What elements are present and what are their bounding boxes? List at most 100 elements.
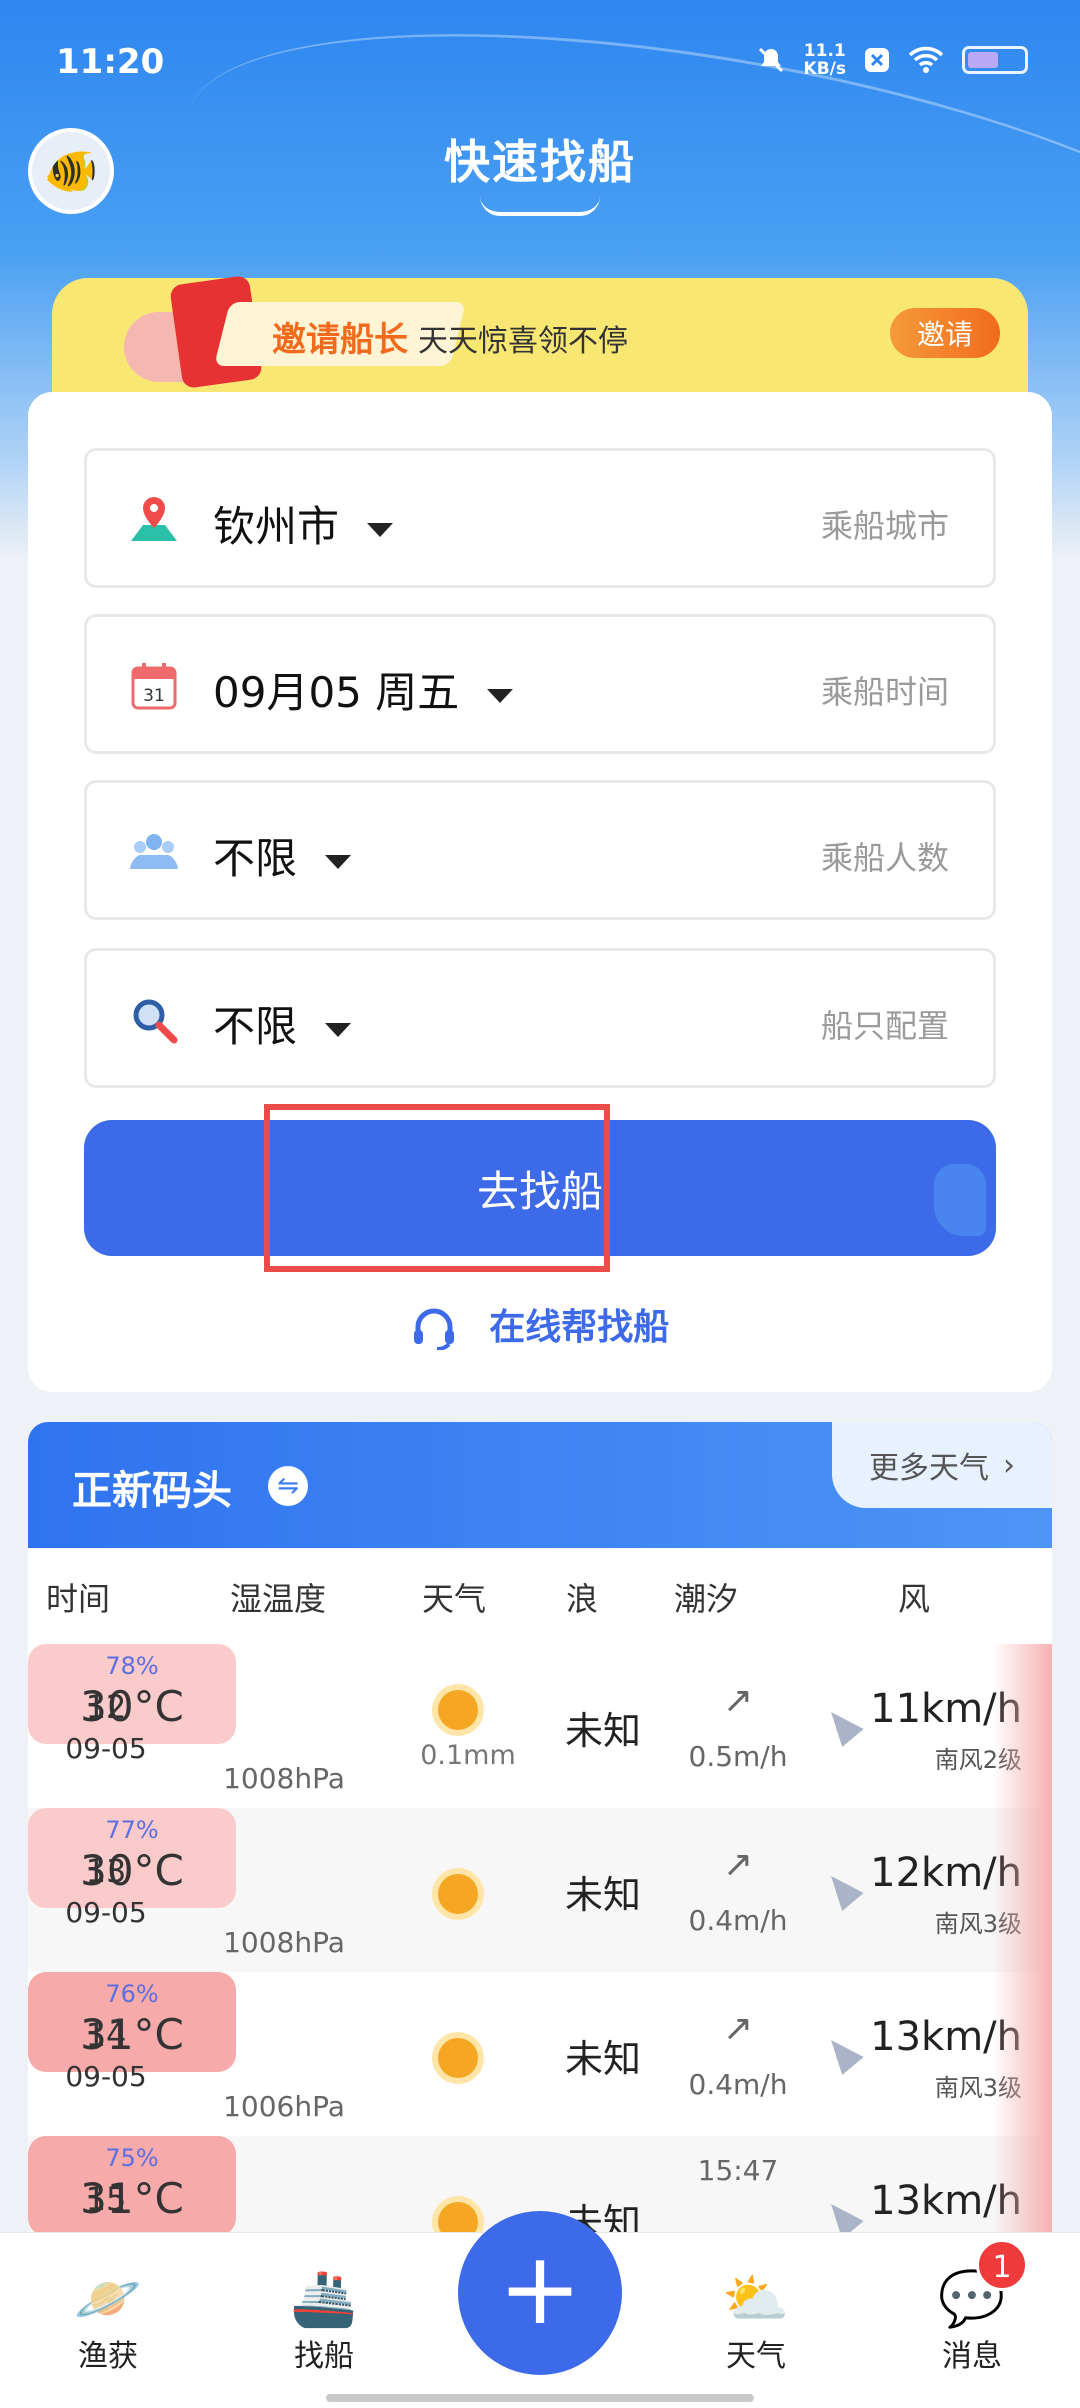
tab-catch-label: 渔获 xyxy=(78,2339,138,2374)
people-select[interactable]: 不限 乘船人数 xyxy=(84,780,996,920)
online-help-link[interactable]: 在线帮找船 xyxy=(28,1298,1052,1350)
temperature: 31°C xyxy=(80,2010,184,2059)
tab-catch[interactable]: 🪐 渔获 xyxy=(38,2267,178,2375)
invite-button[interactable]: 邀请 xyxy=(890,308,1000,358)
humidity-temp-badge: 76% 31°C xyxy=(28,1972,236,2072)
humidity: 76% xyxy=(105,1980,159,2008)
row-date: 09-05 xyxy=(65,1732,147,1765)
date-value: 09月05 周五 xyxy=(213,659,514,720)
weather-columns: 时间 湿温度 天气 浪 潮汐 风 xyxy=(28,1548,1052,1644)
tab-weather[interactable]: ⛅ 天气 xyxy=(686,2267,826,2375)
chevron-down-icon xyxy=(325,1022,352,1037)
wind-intensity-bar xyxy=(992,1808,1052,1972)
unread-badge: 1 xyxy=(976,2239,1028,2291)
people-hint: 乘船人数 xyxy=(820,839,949,877)
city-hint: 乘船城市 xyxy=(820,507,949,545)
wind-direction-icon xyxy=(820,1866,864,1912)
sunny-icon xyxy=(438,2038,478,2078)
status-time: 11:20 xyxy=(56,42,165,82)
tide-rising-icon: ↗ xyxy=(722,1844,754,1885)
column-header-tide: 潮汐 xyxy=(674,1580,739,1618)
map-pin-icon xyxy=(131,497,177,541)
headset-icon xyxy=(413,1308,454,1350)
wave: 未知 xyxy=(564,1873,641,1917)
temperature: 30°C xyxy=(80,1682,184,1731)
net-speed-value: 11.1 xyxy=(803,41,846,61)
sunny-icon xyxy=(438,1690,478,1730)
column-header-time: 时间 xyxy=(46,1580,111,1618)
config-select[interactable]: 不限 船只配置 xyxy=(84,948,996,1088)
tab-messages-label: 消息 xyxy=(942,2339,1002,2374)
invite-tag: 邀请船长 xyxy=(272,320,408,360)
rainfall: 0.1mm xyxy=(420,1740,516,1771)
humidity-temp-badge: 75% 31°C xyxy=(28,2136,236,2236)
invite-banner[interactable]: 邀请船长 天天惊喜领不停 邀请 xyxy=(52,274,1028,408)
ship-icon: 🚢 xyxy=(290,2267,358,2330)
wind-direction-icon xyxy=(820,1702,864,1748)
weather-row: 14 09-05 76% 31°C 1006hPa 未知 ↗ 0.4m/h 13k… xyxy=(28,1972,1052,2136)
more-weather-link[interactable]: 更多天气 › xyxy=(832,1422,1052,1508)
weather-row: 12 09-05 78% 30°C 1008hPa 0.1mm 未知 ↗ 0.5m… xyxy=(28,1644,1052,1808)
sunny-icon xyxy=(438,1874,478,1914)
city-select[interactable]: 钦州市 乘船城市 xyxy=(84,448,996,588)
tab-find-boat[interactable]: 🚢 找船 xyxy=(254,2267,394,2375)
temperature: 31°C xyxy=(80,2174,184,2223)
wave: 未知 xyxy=(564,2037,641,2081)
status-icons: 11.1 KB/s xyxy=(756,42,1028,78)
wind-direction-icon xyxy=(820,2030,864,2076)
switch-location-icon[interactable]: ⇋ xyxy=(268,1466,308,1506)
tab-find-boat-label: 找船 xyxy=(294,2339,354,2374)
tide: 0.4m/h xyxy=(688,2068,788,2101)
tab-messages[interactable]: 💬 消息 xyxy=(902,2267,1042,2375)
net-speed: 11.1 KB/s xyxy=(804,42,846,78)
tide: 15:47 xyxy=(697,2154,779,2187)
tide-rising-icon: ↗ xyxy=(722,1680,754,1721)
config-hint: 船只配置 xyxy=(820,1007,949,1045)
planet-icon: 🪐 xyxy=(74,2267,142,2330)
battery-icon xyxy=(962,46,1028,74)
column-header-wave: 浪 xyxy=(566,1580,599,1618)
pressure: 1008hPa xyxy=(223,1762,345,1795)
weather-icon: ⛅ xyxy=(722,2267,790,2330)
wind-intensity-bar xyxy=(992,1972,1052,2136)
humidity: 77% xyxy=(105,1816,159,1844)
highlight-box xyxy=(264,1104,610,1272)
weather-header: 正新码头 ⇋ 更多天气 › xyxy=(28,1422,1052,1548)
status-bar: 11:20 11.1 KB/s xyxy=(0,0,1080,120)
humidity: 75% xyxy=(105,2144,159,2172)
weather-location[interactable]: 正新码头 xyxy=(72,1458,232,1516)
invite-subtitle: 天天惊喜领不停 xyxy=(418,324,628,359)
button-decoration xyxy=(934,1164,986,1236)
search-icon xyxy=(133,999,178,1044)
temperature: 30°C xyxy=(80,1846,184,1895)
mute-bell-icon xyxy=(758,47,783,73)
weather-row: 13 09-05 77% 30°C 1008hPa 未知 ↗ 0.4m/h 12k… xyxy=(28,1808,1052,1972)
find-boat-button[interactable]: 去找船 xyxy=(84,1104,996,1272)
chevron-right-icon: › xyxy=(1003,1447,1015,1483)
page-title: 快速找船 xyxy=(444,135,636,189)
online-help-label: 在线帮找船 xyxy=(489,1307,670,1348)
add-button[interactable]: + xyxy=(458,2211,622,2375)
tab-weather-label: 天气 xyxy=(726,2339,786,2374)
humidity: 78% xyxy=(105,1652,159,1680)
more-weather-label: 更多天气 xyxy=(869,1451,989,1486)
chevron-down-icon xyxy=(325,854,352,869)
tide: 0.4m/h xyxy=(688,1904,788,1937)
date-hint: 乘船时间 xyxy=(820,673,949,711)
pressure: 1008hPa xyxy=(223,1926,345,1959)
svg-text:31: 31 xyxy=(143,686,165,706)
home-indicator[interactable] xyxy=(326,2394,754,2402)
chevron-down-icon xyxy=(487,688,514,703)
calendar-icon: 31 xyxy=(131,663,177,710)
column-header-humidity-temp: 湿温度 xyxy=(230,1580,327,1618)
title-wave-decoration xyxy=(480,196,600,216)
chevron-down-icon xyxy=(367,522,394,537)
wave: 未知 xyxy=(564,1709,641,1753)
tide-rising-icon: ↗ xyxy=(722,2008,754,2049)
humidity-temp-badge: 78% 30°C xyxy=(28,1644,236,1744)
tide: 0.5m/h xyxy=(688,1740,788,1773)
row-date: 09-05 xyxy=(65,1896,147,1929)
date-select[interactable]: 31 09月05 周五 乘船时间 xyxy=(84,614,996,754)
city-value: 钦州市 xyxy=(213,493,394,554)
people-value: 不限 xyxy=(213,825,352,886)
